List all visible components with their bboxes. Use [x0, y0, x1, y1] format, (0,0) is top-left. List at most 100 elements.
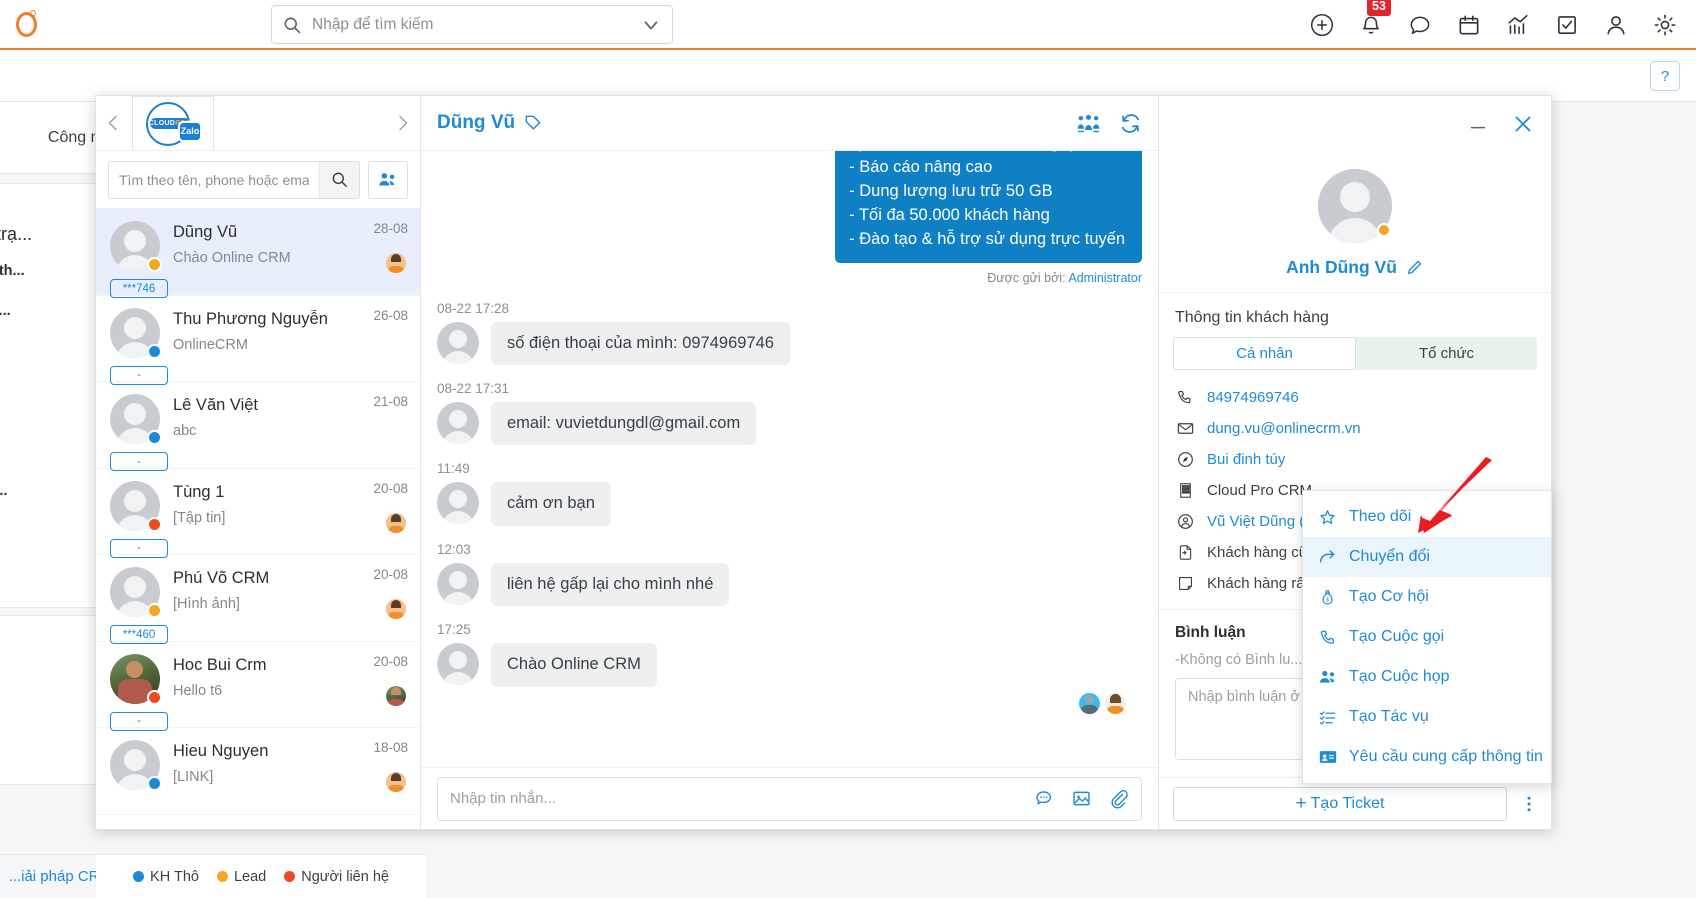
context-menu-item[interactable]: $ Tạo Cơ hội [1303, 577, 1551, 617]
context-menu-item[interactable]: Yêu cầu cung cấp thông tin [1303, 737, 1551, 777]
contact-list[interactable]: ***746 Dũng Vũ Chào Online CRM 28-08- Thu Ph… [96, 209, 420, 829]
phone-icon [1175, 388, 1195, 407]
contact-main: Tùng 1 [Tập tin] [165, 481, 352, 555]
message-input[interactable] [450, 790, 1034, 807]
conversation-header-actions [1076, 112, 1142, 135]
next-account-icon[interactable] [384, 96, 420, 151]
help-icon[interactable]: ? [1650, 61, 1680, 91]
contact-preview: [Hình ảnh] [173, 596, 240, 612]
plus-circle-icon[interactable] [1309, 12, 1335, 38]
close-icon[interactable] [1511, 112, 1535, 136]
message-scroll-area[interactable]: ếp thị, chăm sóc khách hàng qua Zalo - B… [421, 151, 1158, 767]
contact-list-item[interactable]: - Hoc Bui Crm Hello t6 20-08 [96, 642, 420, 731]
checkbox-task-icon[interactable] [1554, 12, 1580, 38]
sent-by-user[interactable]: Administrator [1068, 271, 1142, 285]
contact-name: Dũng Vũ [173, 223, 238, 241]
contact-preview: abc [173, 423, 197, 439]
customer-field-value[interactable]: dung.vu@onlinecrm.vn [1207, 420, 1361, 437]
customer-profile-header: Anh Dũng Vũ [1159, 151, 1551, 293]
global-search[interactable] [271, 5, 673, 44]
conversation-panel: Dũng Vũ ếp thị, chăm sóc [421, 96, 1158, 829]
incoming-message-bubble: email: vuvietdungdl@gmail.com [491, 402, 757, 446]
incoming-message-bubble: liên hệ gấp lại cho mình nhé [491, 562, 730, 607]
customer-type-tabs: Cá nhân Tổ chức [1173, 337, 1537, 370]
message-input-box[interactable] [437, 776, 1142, 821]
context-menu[interactable]: Theo dõi Chuyển đổi $ Tạo Cơ hội Tạo Cuộc gọ… [1302, 490, 1552, 784]
context-menu-item[interactable]: Tạo Tác vụ [1303, 697, 1551, 737]
bg-chart-legend: ...ưa liên lạc đượ... ...): 9 ...%): 46 … [0, 303, 99, 499]
contact-main: Dũng Vũ Chào Online CRM [165, 221, 352, 295]
contact-list-item[interactable]: - Lê Văn Việt abc 21-08 [96, 382, 420, 471]
account-tab-cloudpro-zalo[interactable]: CLOUDPRO Zalo [132, 96, 214, 150]
contact-search-input[interactable] [109, 171, 319, 188]
search-icon [332, 172, 347, 187]
bell-icon[interactable]: 53 [1358, 0, 1391, 38]
image-icon[interactable] [1071, 788, 1092, 809]
create-ticket-button[interactable]: + Tạo Ticket [1173, 786, 1507, 821]
context-menu-item[interactable]: Tạo Cuộc họp [1303, 657, 1551, 697]
contact-avatar-wrap: - [110, 480, 168, 558]
context-menu-item-label: Theo dõi [1349, 508, 1412, 525]
search-icon [284, 17, 301, 33]
tab-to-chuc[interactable]: Tổ chức [1356, 337, 1537, 370]
status-dot [1377, 223, 1391, 237]
bg-legend-line: ...ên đôi (25%): 4... [0, 483, 8, 499]
contact-main: Phú Võ CRM [Hình ảnh] [165, 567, 352, 641]
minimize-icon[interactable] [1467, 113, 1489, 135]
calendar-icon[interactable] [1456, 12, 1482, 38]
contact-list-item[interactable]: Hieu Nguyen [LINK] 18-08 [96, 728, 420, 815]
contact-list-item[interactable]: ***746 Dũng Vũ Chào Online CRM 28-08 [96, 209, 420, 298]
contact-search-button[interactable] [319, 161, 359, 198]
legend-item-lead: Lead [216, 869, 266, 885]
contact-date: 20-08 [373, 480, 408, 496]
people-icon [1317, 667, 1338, 687]
user-icon[interactable] [1603, 12, 1629, 38]
context-menu-item[interactable]: Chuyển đổi [1303, 537, 1551, 577]
contact-list-item[interactable]: ***460 Phú Võ CRM [Hình ảnh] 20-08 [96, 555, 420, 644]
avatar [437, 482, 479, 525]
context-menu-item[interactable]: Tạo Cuộc gọi [1303, 617, 1551, 657]
context-menu-item[interactable]: Theo dõi [1303, 497, 1551, 537]
message-timestamp: 17:25 [437, 622, 471, 638]
legend-item-nguoi-lien-he: Người liên hệ [284, 869, 389, 885]
contact-date: 26-08 [373, 307, 408, 323]
outgoing-message-row: ếp thị, chăm sóc khách hàng qua Zalo - B… [437, 151, 1142, 263]
message-timestamp: 11:49 [437, 461, 470, 477]
account-tabs-header: CLOUDPRO Zalo [96, 96, 420, 151]
tag-icon[interactable] [523, 113, 543, 133]
gear-icon[interactable] [1652, 12, 1678, 38]
ticket-action-row: + Tạo Ticket [1159, 777, 1551, 829]
more-options-icon[interactable] [1507, 794, 1551, 814]
panel-window-controls [1159, 96, 1551, 151]
contact-list-item[interactable]: - Tùng 1 [Tập tin] 20-08 [96, 469, 420, 558]
customer-name: Anh Dũng Vũ [1286, 257, 1397, 277]
app-topbar: 53 [0, 0, 1696, 50]
legend-label: Người liên hệ [301, 868, 389, 885]
composer-icons [1034, 788, 1129, 809]
group-contacts-button[interactable] [368, 160, 408, 199]
customer-field-value[interactable]: 84974969746 [1207, 389, 1299, 406]
assign-users-icon[interactable] [1076, 112, 1101, 135]
tab-ca-nhan[interactable]: Cá nhân [1173, 337, 1356, 370]
assigned-agent-avatar [386, 599, 406, 619]
quick-reply-icon[interactable] [1034, 788, 1055, 809]
contact-list-item[interactable]: - Thu Phương Nguyễn OnlineCRM 26-08 [96, 296, 420, 385]
search-input[interactable] [302, 15, 640, 34]
chat-bubble-icon[interactable] [1407, 12, 1433, 38]
customer-field-value[interactable]: Bui đinh túy [1207, 451, 1285, 468]
prev-account-icon[interactable] [96, 96, 132, 151]
attachment-icon[interactable] [1108, 788, 1129, 809]
customer-name-row: Anh Dũng Vũ [1159, 257, 1551, 278]
contact-search-box[interactable] [108, 160, 360, 199]
avatar [437, 402, 479, 445]
status-dot [147, 516, 162, 532]
edit-pencil-icon[interactable] [1405, 258, 1424, 277]
avatar [437, 562, 479, 605]
refresh-icon[interactable] [1119, 112, 1142, 135]
chevron-down-icon[interactable] [640, 14, 662, 36]
customer-field-value: Cloud Pro CRM [1207, 482, 1313, 499]
contact-meta: 28-08 [352, 221, 408, 295]
legend-label: KH Thô [150, 868, 199, 885]
analytics-icon[interactable] [1505, 12, 1531, 38]
avatar [437, 321, 479, 364]
